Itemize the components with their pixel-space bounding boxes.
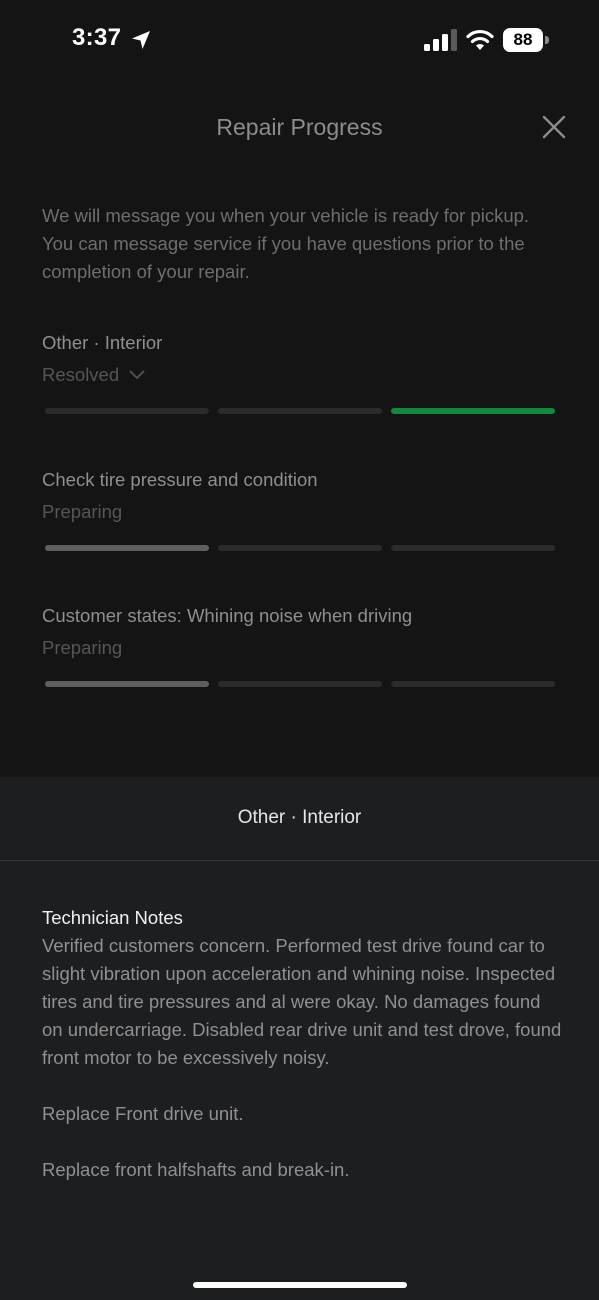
- progress-bar: [42, 681, 557, 687]
- status-bar: 3:37 88: [0, 0, 599, 80]
- cellular-signal-icon: [424, 29, 457, 51]
- repair-item-status-text: Preparing: [42, 637, 123, 658]
- divider: [0, 860, 599, 861]
- repair-item[interactable]: Check tire pressure and condition Prepar…: [42, 467, 557, 551]
- screen: 3:37 88 Repair Progress We will message …: [0, 0, 599, 1300]
- details-sheet: Other · Interior Technician Notes Verifi…: [0, 777, 599, 1300]
- repair-item-status: Resolved: [42, 364, 120, 385]
- repair-item-title: Other · Interior: [42, 332, 163, 353]
- progress-segment: [45, 408, 209, 414]
- technician-notes-body: Verified customers concern. Performed te…: [42, 932, 562, 1212]
- technician-note: Replace Front drive unit.: [42, 1103, 244, 1124]
- repair-item-title: Customer states: Whining noise when driv…: [42, 605, 413, 626]
- repair-item-status-text: Preparing: [42, 501, 123, 522]
- repair-item[interactable]: Customer states: Whining noise when driv…: [42, 603, 557, 687]
- progress-segment: [391, 408, 555, 414]
- battery-icon: 88: [503, 28, 549, 52]
- progress-segment: [218, 681, 382, 687]
- progress-segment: [45, 545, 209, 551]
- repair-item-status: Preparing: [42, 635, 557, 661]
- location-arrow-icon: [132, 31, 150, 49]
- progress-bar: [42, 408, 557, 414]
- technician-note: Replace front halfshafts and break-in.: [42, 1159, 350, 1180]
- battery-level: 88: [503, 28, 543, 52]
- repair-item-status: Preparing: [42, 499, 557, 525]
- progress-segment: [218, 545, 382, 551]
- home-indicator[interactable]: [193, 1282, 407, 1288]
- page-title: Repair Progress: [216, 114, 383, 140]
- progress-segment: [391, 545, 555, 551]
- progress-segment: [45, 681, 209, 687]
- repair-item-title: Check tire pressure and condition: [42, 469, 318, 490]
- sheet-title: Other · Interior: [237, 807, 362, 828]
- progress-segment: [218, 408, 382, 414]
- technician-note: Verified customers concern. Performed te…: [42, 935, 562, 1068]
- battery-cap: [545, 36, 549, 44]
- progress-segment: [391, 681, 555, 687]
- repair-item[interactable]: Other · Interior Resolved: [42, 330, 557, 414]
- wifi-icon: [466, 29, 494, 50]
- repair-item-status-toggle[interactable]: Resolved: [42, 362, 557, 388]
- chevron-down-icon: [129, 370, 145, 379]
- close-icon[interactable]: [540, 113, 568, 141]
- progress-bar: [42, 545, 557, 551]
- technician-notes-heading: Technician Notes: [42, 907, 183, 928]
- intro-text: We will message you when your vehicle is…: [42, 205, 530, 282]
- status-time: 3:37: [72, 24, 122, 51]
